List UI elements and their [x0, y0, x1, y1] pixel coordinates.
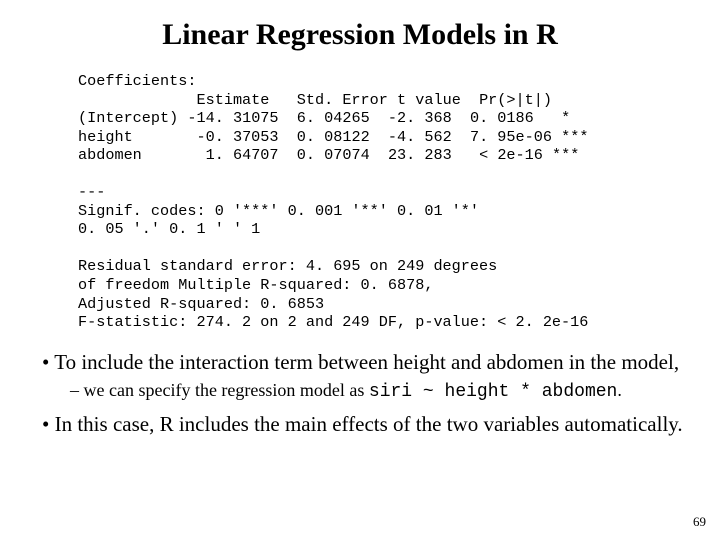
page-title: Linear Regression Models in R — [0, 0, 720, 52]
page-number: 69 — [693, 514, 706, 530]
r-output-block: Coefficients: Estimate Std. Error t valu… — [78, 72, 720, 332]
bullet-1-sub-suffix: . — [617, 380, 622, 400]
slide: Linear Regression Models in R Coefficien… — [0, 0, 720, 540]
bullet-1-sub-prefix: we can specify the regression model as — [84, 380, 369, 400]
bullet-2: In this case, R includes the main effect… — [42, 412, 692, 438]
col-tvalue: t value — [397, 91, 461, 109]
signif-sep: --- — [78, 183, 105, 201]
row-abdomen-se: 0. 07074 — [297, 146, 370, 164]
stats-line2: of freedom Multiple R-squared: 0. 6878, — [78, 276, 433, 294]
bullet-list: To include the interaction term between … — [20, 350, 692, 438]
stats-line4: F-statistic: 274. 2 on 2 and 249 DF, p-v… — [78, 313, 588, 331]
signif-line2: 0. 05 '.' 0. 1 ' ' 1 — [78, 220, 260, 238]
row-intercept-p: 0. 0186 — [470, 109, 534, 127]
row-intercept-t: -2. 368 — [388, 109, 452, 127]
bullet-1: To include the interaction term between … — [42, 350, 692, 404]
stats-line1: Residual standard error: 4. 695 on 249 d… — [78, 257, 497, 275]
col-pvalue: Pr(>|t|) — [479, 91, 552, 109]
row-intercept-name: (Intercept) — [78, 109, 178, 127]
coeff-header: Coefficients: — [78, 72, 196, 90]
row-height-est: -0. 37053 — [197, 128, 279, 146]
row-abdomen-est: 1. 64707 — [206, 146, 279, 164]
bullet-1-sub: we can specify the regression model as s… — [70, 379, 692, 404]
row-intercept-est: -14. 31075 — [187, 109, 278, 127]
col-estimate: Estimate — [196, 91, 269, 109]
row-height-name: height — [78, 128, 133, 146]
row-abdomen-name: abdomen — [78, 146, 142, 164]
row-abdomen-stars: *** — [552, 146, 579, 164]
row-height-stars: *** — [561, 128, 588, 146]
stats-line3: Adjusted R-squared: 0. 6853 — [78, 295, 324, 313]
row-intercept-se: 6. 04265 — [297, 109, 370, 127]
bullet-1-text: To include the interaction term between … — [54, 350, 679, 374]
row-intercept-stars: * — [561, 109, 570, 127]
row-height-t: -4. 562 — [388, 128, 452, 146]
row-abdomen-p: < 2e-16 — [479, 146, 543, 164]
inline-code-formula: siri ~ height * abdomen — [369, 382, 617, 402]
signif-line1: Signif. codes: 0 '***' 0. 001 '**' 0. 01… — [78, 202, 479, 220]
row-height-se: 0. 08122 — [297, 128, 370, 146]
bullet-2-text: In this case, R includes the main effect… — [55, 412, 683, 436]
col-stderr: Std. Error — [297, 91, 388, 109]
row-height-p: 7. 95e-06 — [470, 128, 552, 146]
row-abdomen-t: 23. 283 — [388, 146, 452, 164]
